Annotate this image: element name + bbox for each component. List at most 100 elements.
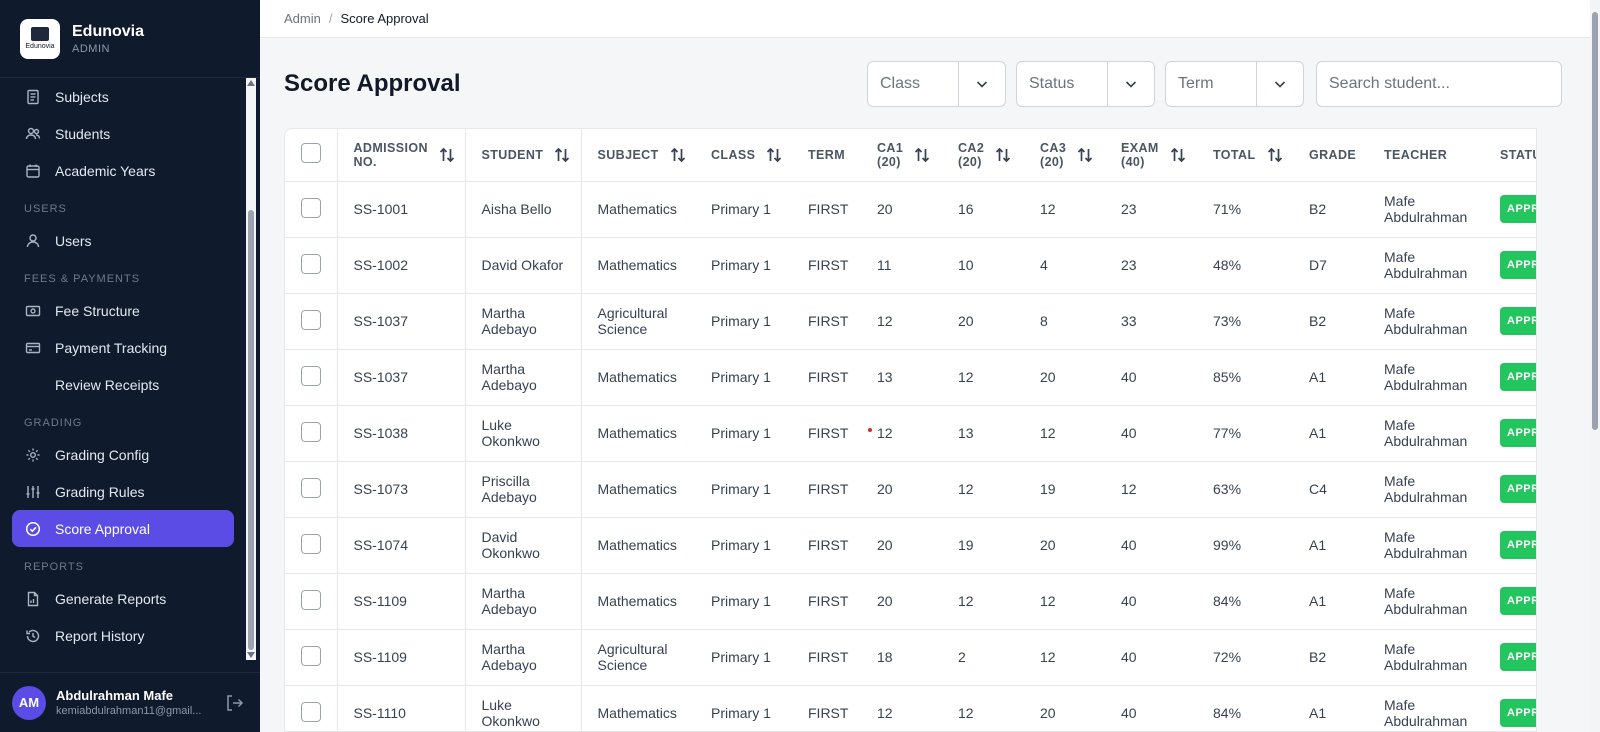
logout-icon[interactable] — [224, 693, 244, 713]
column-header-student[interactable]: STUDENT — [465, 129, 582, 182]
cell-class: Primary 1 — [695, 237, 792, 294]
term-filter-select[interactable]: Term — [1165, 61, 1304, 107]
cell-total: 71% — [1197, 181, 1293, 238]
column-header-admission[interactable]: ADMISSION NO. — [337, 129, 466, 182]
breadcrumb-root[interactable]: Admin — [284, 11, 321, 26]
table-row[interactable]: SS-1037 Martha Adebayo Agricultural Scienc… — [285, 293, 1536, 350]
avatar[interactable]: AM — [12, 685, 46, 720]
row-checkbox[interactable] — [301, 645, 321, 666]
chevron-down-icon[interactable] — [1257, 77, 1303, 91]
sidebar-item-payment-tracking[interactable]: Payment Tracking — [12, 329, 234, 366]
column-header-exam[interactable]: EXAM (40) — [1105, 129, 1197, 182]
cell-value: 20 — [877, 201, 893, 217]
cell-ca2: 12 — [942, 349, 1024, 406]
cell-value: Martha Adebayo — [481, 641, 537, 673]
cell-value: 85% — [1213, 369, 1242, 385]
sidebar-item-academic-years[interactable]: Academic Years — [12, 152, 234, 189]
sort-icon[interactable] — [438, 146, 456, 164]
cell-student: Martha Adebayo — [465, 293, 582, 350]
cell-value: B2 — [1309, 649, 1327, 665]
chevron-down-icon[interactable] — [959, 77, 1005, 91]
scores-table-container: ADMISSION NO. STUDENT SUBJECT CLASS TERM CA1 … — [284, 128, 1537, 732]
cell-value: Mathematics — [597, 593, 677, 609]
column-header-ca2[interactable]: CA2 (20) — [942, 129, 1024, 182]
chevron-down-icon[interactable] — [1108, 77, 1154, 91]
cell-ca3: 12 — [1024, 405, 1105, 462]
sidebar-item-grading-rules[interactable]: Grading Rules — [12, 473, 234, 510]
status-filter-select[interactable]: Status — [1016, 61, 1155, 107]
row-checkbox[interactable] — [301, 589, 321, 610]
cell-value: 84% — [1213, 705, 1242, 721]
main-content: Admin / Score Approval Score Approval Cl… — [260, 0, 1600, 732]
sort-icon[interactable] — [669, 146, 687, 164]
sort-icon[interactable] — [1169, 146, 1187, 164]
sidebar-item-users[interactable]: Users — [12, 222, 234, 259]
cell-admission: SS-1037 — [337, 349, 466, 406]
cell-value: 12 — [1040, 649, 1056, 665]
row-checkbox[interactable] — [301, 309, 321, 330]
column-header-ca3[interactable]: CA3 (20) — [1024, 129, 1105, 182]
row-checkbox[interactable] — [301, 533, 321, 554]
sidebar-item-fee-structure[interactable]: Fee Structure — [12, 292, 234, 329]
row-select-cell — [285, 405, 338, 462]
row-checkbox[interactable] — [301, 421, 321, 442]
sidebar-item-grading-config[interactable]: Grading Config — [12, 436, 234, 473]
sidebar-item-report-history[interactable]: Report History — [12, 617, 234, 654]
cell-value: FIRST — [808, 425, 849, 441]
cell-value: 71% — [1213, 201, 1242, 217]
sort-icon[interactable] — [765, 146, 783, 164]
users-icon — [25, 126, 41, 142]
user-profile: AM Abdulrahman Mafe kemiabdulrahman11@gm… — [0, 672, 260, 732]
column-header-subject[interactable]: SUBJECT — [581, 129, 695, 182]
cell-exam: 40 — [1105, 685, 1197, 731]
cell-value: Mathematics — [597, 425, 677, 441]
row-checkbox[interactable] — [301, 477, 321, 498]
cell-value: 12 — [877, 425, 893, 441]
class-filter-select[interactable]: Class — [867, 61, 1006, 107]
table-row[interactable]: SS-1001 Aisha Bello Mathematics Primary 1 FI… — [285, 181, 1536, 238]
column-header-total[interactable]: TOTAL — [1197, 129, 1293, 182]
column-header-class[interactable]: CLASS — [695, 129, 792, 182]
sort-icon[interactable] — [1076, 146, 1094, 164]
cell-value: 72% — [1213, 649, 1242, 665]
table-row[interactable]: SS-1109 Martha Adebayo Agricultural Scienc… — [285, 629, 1536, 686]
sidebar-item-review-receipts[interactable]: Review Receipts — [12, 366, 234, 403]
sort-icon[interactable] — [994, 146, 1012, 164]
table-row[interactable]: SS-1038 Luke Okonkwo Mathematics Primary 1 F… — [285, 405, 1536, 462]
sidebar-item-generate-reports[interactable]: Generate Reports — [12, 580, 234, 617]
sidebar-item-label: Report History — [55, 627, 145, 644]
sort-icon[interactable] — [913, 146, 931, 164]
row-checkbox[interactable] — [301, 253, 321, 274]
cell-term: FIRST — [792, 461, 861, 518]
cell-value: Martha Adebayo — [481, 305, 537, 337]
table-row[interactable]: SS-1109 Martha Adebayo Mathematics Primary … — [285, 573, 1536, 630]
scroll-down-arrow-icon[interactable] — [247, 652, 255, 658]
table-row[interactable]: SS-1074 David Okonkwo Mathematics Primary 1… — [285, 517, 1536, 574]
sort-icon[interactable] — [553, 146, 571, 164]
table-row[interactable]: SS-1110 Luke Okonkwo Mathematics Primary 1 F… — [285, 685, 1536, 731]
sidebar-scroll-thumb[interactable] — [248, 210, 254, 650]
scroll-up-arrow-icon[interactable] — [247, 80, 255, 86]
sidebar-item-score-approval[interactable]: Score Approval — [12, 510, 234, 547]
table-row[interactable]: SS-1073 Priscilla Adebayo Mathematics Prima… — [285, 461, 1536, 518]
sidebar-scrollbar[interactable] — [246, 78, 256, 660]
sort-icon[interactable] — [1266, 146, 1284, 164]
search-input[interactable] — [1316, 61, 1562, 107]
cell-term: FIRST — [792, 629, 861, 686]
page-scrollbar[interactable] — [1590, 0, 1600, 732]
row-checkbox[interactable] — [301, 701, 321, 722]
cell-value: 12 — [1040, 425, 1056, 441]
row-select-cell — [285, 461, 338, 518]
page-scroll-thumb[interactable] — [1592, 12, 1598, 430]
row-checkbox[interactable] — [301, 197, 321, 218]
sidebar-item-subjects[interactable]: Subjects — [12, 78, 234, 115]
select-all-checkbox[interactable] — [301, 143, 321, 164]
cell-value: FIRST — [808, 257, 849, 273]
sidebar-item-students[interactable]: Students — [12, 115, 234, 152]
table-row[interactable]: SS-1037 Martha Adebayo Mathematics Primary … — [285, 349, 1536, 406]
table-row[interactable]: SS-1002 David Okafor Mathematics Primary 1 F… — [285, 237, 1536, 294]
cell-value: 12 — [958, 369, 974, 385]
cell-class: Primary 1 — [695, 573, 792, 630]
column-header-ca1[interactable]: CA1 (20) — [861, 129, 942, 182]
row-checkbox[interactable] — [301, 365, 321, 386]
